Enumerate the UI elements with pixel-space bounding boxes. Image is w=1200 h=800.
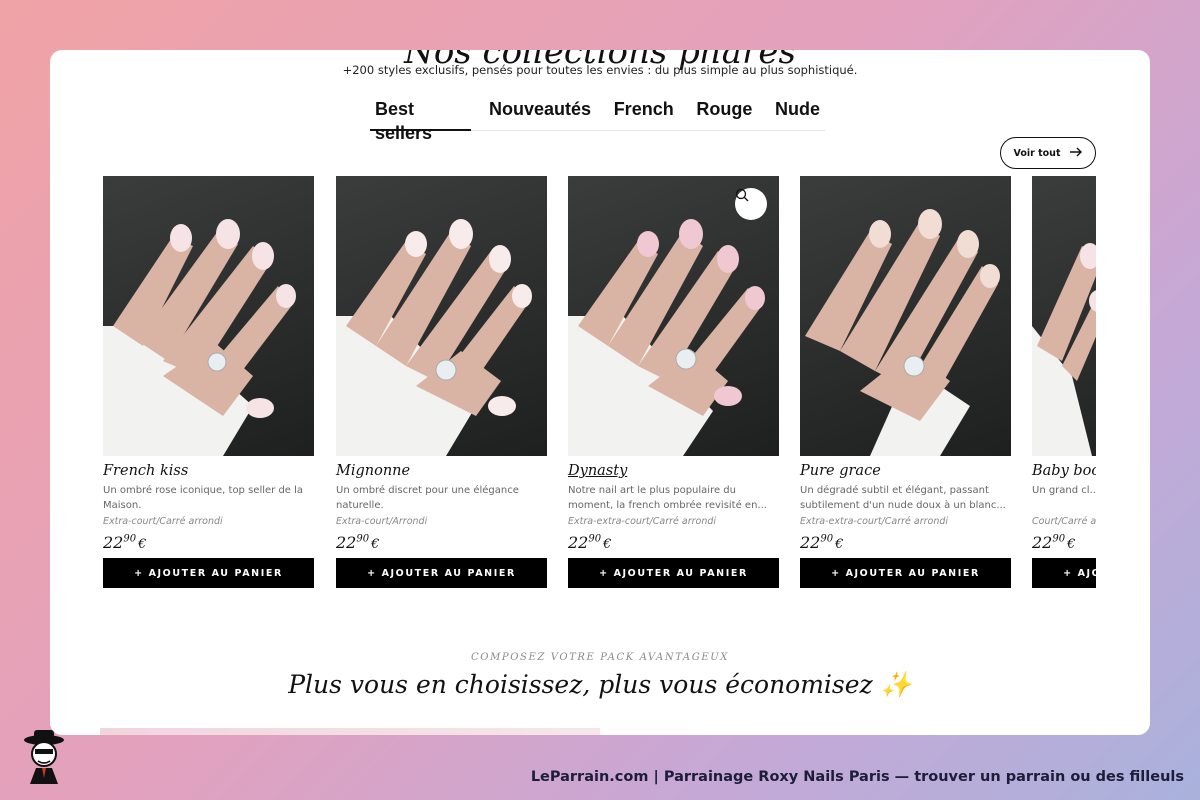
- product-card[interactable]: Mignonne Un ombré discret pour une éléga…: [336, 176, 547, 588]
- product-shape: Extra-extra-court/Carré arrondi: [568, 516, 717, 527]
- add-to-cart-button[interactable]: + AJOUTER AU PANIER: [336, 558, 547, 588]
- product-card[interactable]: Pure grace Un dégradé subtil et élégant,…: [800, 176, 1011, 588]
- section-subtitle: +200 styles exclusifs, pensés pour toute…: [342, 63, 858, 77]
- add-to-cart-button[interactable]: + AJOUTER AU PANIER: [800, 558, 1011, 588]
- add-to-cart-button[interactable]: + AJOUTER AU PANIER: [568, 558, 779, 588]
- product-image[interactable]: [568, 176, 779, 456]
- product-description: Notre nail art le plus populaire du mome…: [568, 485, 767, 511]
- leparrain-logo-icon: [16, 726, 72, 786]
- tab-nouveautes[interactable]: Nouveautés: [484, 97, 596, 131]
- product-card[interactable]: French kiss Un ombré rose iconique, top …: [103, 176, 314, 588]
- product-price: 2290 €: [336, 533, 380, 552]
- zoom-button[interactable]: [735, 188, 767, 220]
- product-carousel: French kiss Un ombré rose iconique, top …: [103, 176, 1096, 606]
- product-name[interactable]: Baby boom: [1032, 463, 1096, 479]
- product-image[interactable]: [336, 176, 547, 456]
- product-name[interactable]: French kiss: [103, 463, 314, 479]
- product-description: Un ombré discret pour une élégance natur…: [336, 485, 519, 511]
- product-shape: Court/Carré arr...: [1032, 516, 1096, 527]
- pack-title: Plus vous en choisissez, plus vous écono…: [288, 670, 912, 699]
- voir-tout-label: Voir tout: [1013, 147, 1061, 159]
- product-description: Un grand cl... boomer ultim...: [1032, 485, 1096, 496]
- tab-french[interactable]: French: [609, 97, 679, 131]
- tab-nude[interactable]: Nude: [770, 97, 825, 131]
- collection-tabs: Best sellers Nouveautés French Rouge Nud…: [370, 97, 825, 143]
- add-to-cart-button[interactable]: + AJOUTER AU PANIER: [1032, 558, 1096, 588]
- product-image[interactable]: [1032, 176, 1096, 456]
- product-name[interactable]: Mignonne: [336, 463, 547, 479]
- tab-best-sellers[interactable]: Best sellers: [370, 97, 472, 143]
- tab-rouge[interactable]: Rouge: [691, 97, 757, 131]
- product-name[interactable]: Dynasty: [568, 463, 779, 479]
- product-description: Un dégradé subtil et élégant, passant su…: [800, 485, 1006, 511]
- product-price: 2290 €: [800, 533, 844, 552]
- product-shape: Extra-court/Carré arrondi: [103, 516, 223, 527]
- add-to-cart-button[interactable]: + AJOUTER AU PANIER: [103, 558, 314, 588]
- product-shape: Extra-extra-court/Carré arrondi: [800, 516, 949, 527]
- product-name[interactable]: Pure grace: [800, 463, 1011, 479]
- product-shape: Extra-court/Arrondi: [336, 516, 428, 527]
- product-price: 2290 €: [568, 533, 612, 552]
- product-description: Un ombré rose iconique, top seller de la…: [103, 485, 304, 511]
- voir-tout-button[interactable]: Voir tout: [1000, 137, 1096, 169]
- pack-eyebrow: COMPOSEZ VOTRE PACK AVANTAGEUX: [471, 652, 729, 663]
- collections-card: Nos collections phares +200 styles exclu…: [50, 50, 1150, 735]
- pack-preview-strip: [100, 728, 600, 735]
- arrow-right-icon: [1070, 147, 1083, 160]
- product-price: 2290 €: [103, 533, 147, 552]
- product-image[interactable]: [800, 176, 1011, 456]
- footer-caption: LeParrain.com | Parrainage Roxy Nails Pa…: [530, 769, 1184, 785]
- product-card[interactable]: Baby boom Un grand cl... boomer ultim...…: [1032, 176, 1096, 588]
- product-price: 2290 €: [1032, 533, 1076, 552]
- product-image[interactable]: [103, 176, 314, 456]
- product-card[interactable]: Dynasty Notre nail art le plus populaire…: [568, 176, 779, 588]
